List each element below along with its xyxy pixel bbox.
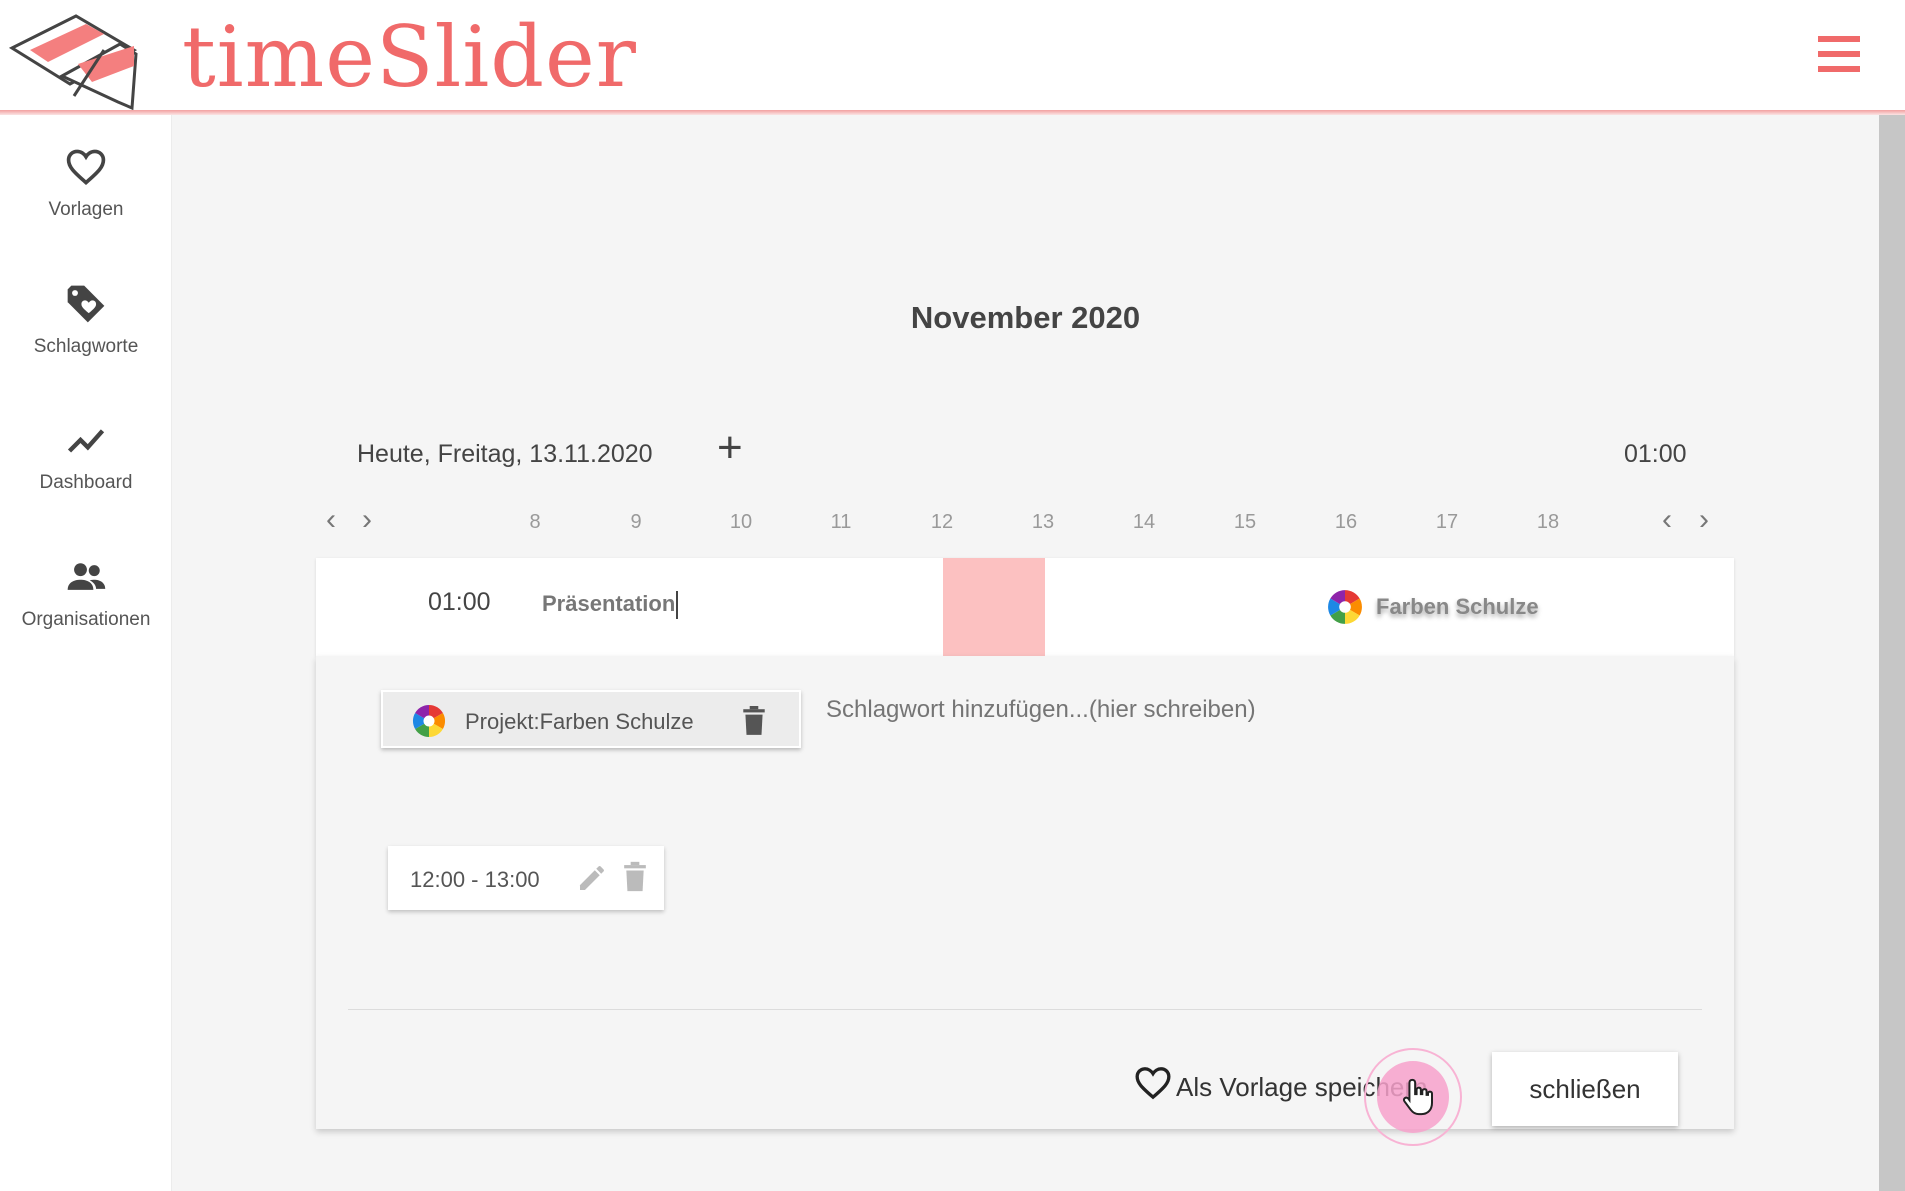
entry-duration: 01:00 bbox=[428, 588, 491, 616]
tag-label: Projekt:Farben Schulze bbox=[465, 709, 694, 734]
sidebar-item-label: Organisationen bbox=[21, 609, 151, 630]
trend-chart-icon bbox=[67, 429, 105, 453]
scrollbar[interactable] bbox=[1879, 115, 1905, 1191]
heart-icon bbox=[1135, 1067, 1171, 1100]
main-content: November 2020 Heute, Freitag, 13.11.2020… bbox=[172, 115, 1879, 1191]
hand-cursor-icon bbox=[1402, 1078, 1433, 1116]
next-range-chevron-icon[interactable]: › bbox=[1699, 505, 1709, 535]
logo-icon bbox=[8, 14, 138, 110]
hour-label: 13 bbox=[1031, 511, 1055, 533]
close-button[interactable]: schließen bbox=[1492, 1052, 1678, 1126]
hour-label: 16 bbox=[1334, 511, 1358, 533]
prev-day-chevron-icon[interactable]: ‹ bbox=[326, 505, 336, 535]
divider bbox=[348, 1009, 1702, 1010]
time-range: 12:00 - 13:00 bbox=[410, 867, 540, 892]
hour-label: 10 bbox=[729, 511, 753, 533]
hour-label: 12 bbox=[930, 511, 954, 533]
app-header: timeSlider bbox=[0, 0, 1905, 112]
timeline-block[interactable] bbox=[943, 558, 1045, 656]
today-label: Heute, Freitag, 13.11.2020 bbox=[357, 440, 653, 468]
hour-label: 18 bbox=[1536, 511, 1560, 533]
sidebar-item-label: Schlagworte bbox=[33, 336, 139, 357]
sidebar-item-vorlagen[interactable]: Vorlagen bbox=[0, 145, 172, 255]
entry-title-input[interactable]: Präsentation bbox=[542, 591, 679, 619]
sidebar-item-dashboard[interactable]: Dashboard bbox=[0, 418, 172, 528]
trash-icon[interactable] bbox=[741, 706, 767, 736]
sidebar: Vorlagen Schlagworte Dashboard Organisat… bbox=[0, 115, 172, 1191]
heart-icon bbox=[66, 149, 106, 185]
total-time: 01:00 bbox=[1624, 440, 1687, 468]
hamburger-line bbox=[1818, 66, 1860, 72]
people-icon bbox=[67, 563, 106, 590]
hour-label: 9 bbox=[630, 511, 642, 533]
next-day-chevron-icon[interactable]: › bbox=[362, 505, 372, 535]
hour-label: 11 bbox=[830, 511, 852, 533]
entry-detail-panel: Projekt:Farben Schulze 12:00 - 13:00 bbox=[316, 656, 1734, 1146]
sidebar-item-label: Dashboard bbox=[39, 472, 133, 493]
brand-title: timeSlider bbox=[182, 8, 637, 106]
hamburger-menu-button[interactable] bbox=[1818, 36, 1860, 72]
hour-label: 14 bbox=[1132, 511, 1156, 533]
month-title: November 2020 bbox=[910, 300, 1141, 335]
prev-range-chevron-icon[interactable]: ‹ bbox=[1662, 505, 1672, 535]
trash-icon[interactable] bbox=[622, 861, 648, 893]
add-entry-button[interactable]: + bbox=[717, 426, 743, 470]
sidebar-item-label: Vorlagen bbox=[48, 199, 124, 220]
tag-input[interactable] bbox=[826, 693, 1386, 727]
color-wheel-icon bbox=[412, 704, 446, 738]
hour-label: 17 bbox=[1435, 511, 1459, 533]
tag-chip: Projekt:Farben Schulze bbox=[381, 690, 801, 748]
pencil-icon[interactable] bbox=[576, 862, 608, 894]
hamburger-icon bbox=[1818, 36, 1860, 42]
tag-heart-icon bbox=[67, 285, 105, 323]
hamburger-line bbox=[1818, 51, 1860, 57]
time-range-chip: 12:00 - 13:00 bbox=[388, 846, 664, 910]
sidebar-item-schlagworte[interactable]: Schlagworte bbox=[0, 282, 172, 392]
color-wheel-icon bbox=[1328, 590, 1362, 624]
sidebar-item-organisationen[interactable]: Organisationen bbox=[0, 555, 172, 665]
time-entry-row[interactable]: 01:00 Präsentation Farben Schulze bbox=[316, 558, 1734, 656]
entry-project-name: Farben Schulze bbox=[1376, 594, 1539, 619]
hour-label: 15 bbox=[1233, 511, 1257, 533]
hour-label: 8 bbox=[529, 511, 541, 533]
